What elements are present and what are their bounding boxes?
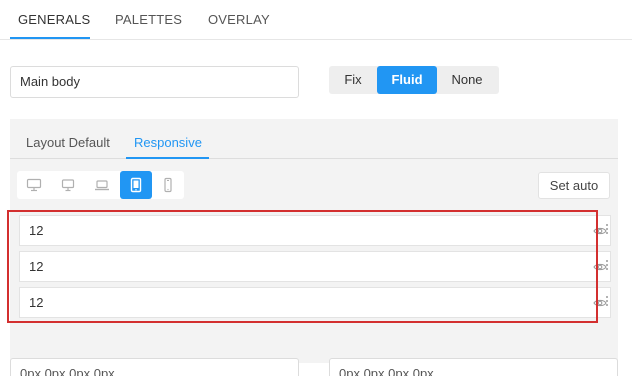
desktop-icon	[61, 179, 75, 192]
tab-overlay[interactable]: OVERLAY	[208, 12, 270, 27]
device-desktop-button[interactable]	[52, 171, 84, 199]
desktop-large-icon	[26, 178, 42, 192]
mobile-icon	[164, 177, 172, 193]
tab-layout-default[interactable]: Layout Default	[26, 135, 110, 150]
fluid-button[interactable]: Fluid	[377, 66, 437, 94]
tab-generals[interactable]: GENERALS	[18, 12, 90, 27]
width-mode-toggle: Fix Fluid None	[329, 66, 499, 94]
device-selector	[17, 171, 184, 199]
device-laptop-button[interactable]	[86, 171, 118, 199]
device-tablet-button[interactable]	[120, 171, 152, 199]
tab-palettes[interactable]: PALETTES	[115, 12, 182, 27]
fix-button[interactable]: Fix	[329, 66, 377, 94]
margin-input[interactable]: 0px 0px 0px 0px	[329, 358, 618, 376]
active-tab-indicator	[10, 37, 90, 39]
responsive-panel: Layout Default Responsive Set auto 12 12…	[10, 119, 618, 363]
column-size-row[interactable]: 12	[19, 251, 611, 282]
laptop-icon	[95, 180, 109, 191]
column-size-row[interactable]: 12	[19, 215, 611, 246]
none-button[interactable]: None	[437, 66, 497, 94]
column-size-value[interactable]: 12	[29, 252, 43, 281]
device-mobile-button[interactable]	[152, 171, 184, 199]
panel-active-tab-indicator	[126, 157, 209, 159]
device-desktop-large-button[interactable]	[18, 171, 50, 199]
main-body-input[interactable]: Main body	[10, 66, 299, 98]
column-size-value[interactable]: 12	[29, 288, 43, 317]
set-auto-button[interactable]: Set auto	[538, 172, 610, 199]
tab-responsive[interactable]: Responsive	[134, 135, 202, 150]
top-tab-bar: GENERALS PALETTES OVERLAY	[0, 0, 632, 40]
tablet-icon	[130, 177, 142, 193]
drag-handle-icon[interactable]	[605, 259, 609, 271]
column-size-value[interactable]: 12	[29, 216, 43, 245]
padding-input[interactable]: 0px 0px 0px 0px	[10, 358, 299, 376]
drag-handle-icon[interactable]	[605, 295, 609, 307]
panel-tab-bar: Layout Default Responsive	[10, 119, 618, 159]
column-size-row[interactable]: 12	[19, 287, 611, 318]
drag-handle-icon[interactable]	[605, 223, 609, 235]
